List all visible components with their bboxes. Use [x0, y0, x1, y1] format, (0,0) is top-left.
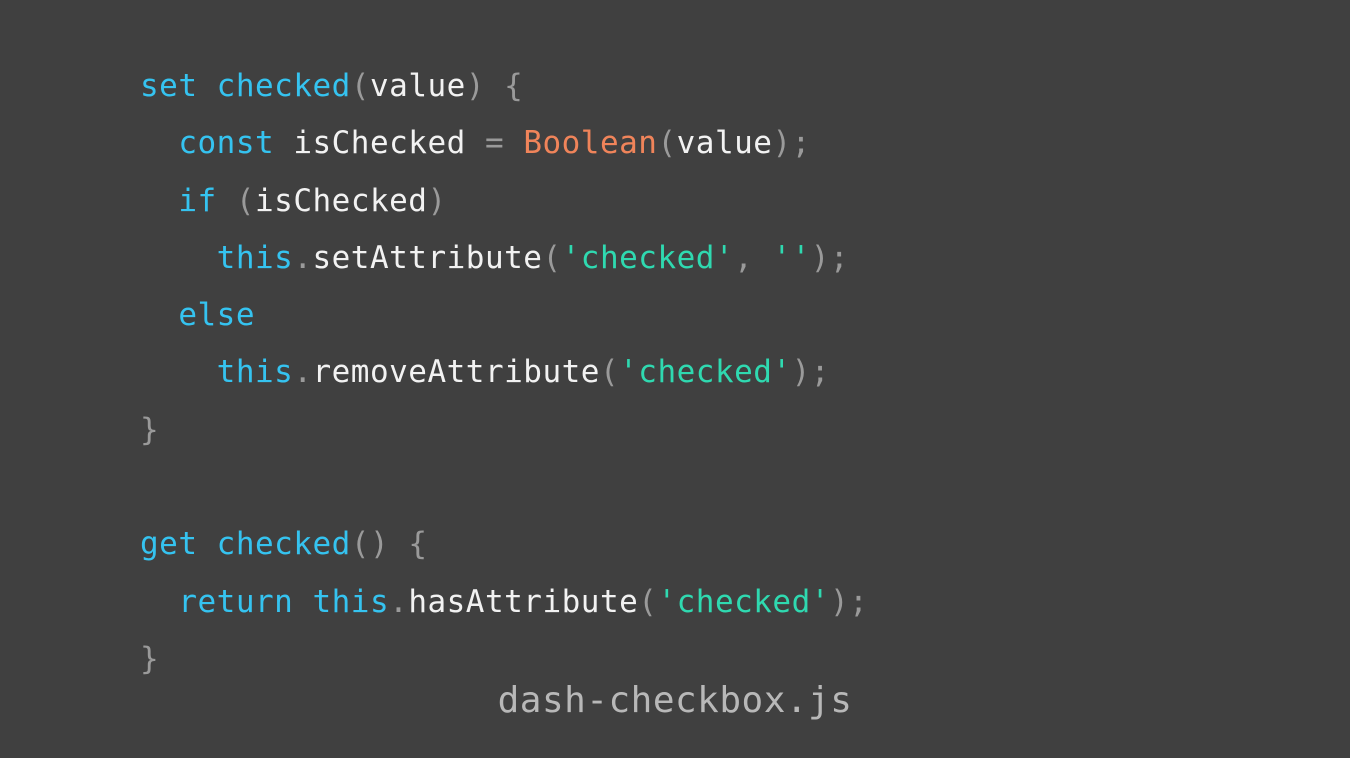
code-line: else [140, 287, 868, 344]
code-line: get checked() { [140, 516, 868, 573]
code-line: this.removeAttribute('checked'); [140, 344, 868, 401]
code-token: get [140, 526, 198, 563]
code-token: { [504, 68, 524, 104]
code-token: () [350, 526, 390, 563]
code-token: value [676, 125, 773, 162]
code-token: ) [427, 182, 447, 219]
code-token: else [178, 297, 255, 334]
code-line: } [140, 402, 868, 459]
code-token: } [140, 411, 160, 448]
code-token: ( [235, 182, 255, 219]
code-token: = [484, 125, 505, 162]
code-line: if (isChecked) [140, 173, 868, 230]
code-token: , [734, 239, 773, 276]
code-token: ( [638, 583, 658, 620]
file-name-caption: dash-checkbox.js [497, 680, 853, 721]
code-token: '' [772, 239, 811, 276]
code-token: ( [350, 68, 370, 104]
code-token: removeAttribute [312, 354, 600, 391]
code-token: 'checked' [561, 239, 735, 276]
code-token: ) [465, 68, 485, 104]
code-token: this [216, 354, 294, 391]
code-line: set checked(value) { [140, 58, 868, 115]
code-token: checked [216, 526, 351, 563]
code-token: ); [810, 239, 850, 276]
code-token: ( [657, 125, 677, 162]
code-token: ( [542, 239, 562, 276]
code-token: isChecked [255, 182, 428, 219]
code-token: 'checked' [657, 583, 830, 620]
code-block: set checked(value) { const isChecked = B… [140, 58, 868, 688]
code-token: ); [829, 583, 869, 620]
code-line: this.setAttribute('checked', ''); [140, 230, 868, 287]
code-token: ( [599, 354, 620, 391]
code-line: const isChecked = Boolean(value); [140, 115, 868, 172]
code-token: checked [216, 68, 351, 104]
code-token: Boolean [523, 125, 658, 162]
code-token: ); [772, 125, 811, 162]
code-token: if [178, 182, 217, 219]
code-token: ); [791, 354, 830, 391]
code-line: return this.hasAttribute('checked'); [140, 574, 868, 631]
code-token: . [389, 583, 409, 620]
code-token: hasAttribute [408, 583, 639, 620]
code-token: this [312, 583, 390, 620]
code-token: { [408, 526, 428, 563]
code-token: this [216, 239, 294, 276]
code-token: } [140, 640, 160, 677]
code-token: 'checked' [619, 354, 792, 391]
code-token: const [178, 125, 275, 162]
code-token: setAttribute [312, 239, 543, 276]
code-token: set [140, 68, 198, 104]
code-token: value [370, 68, 466, 104]
code-token: isChecked [274, 125, 485, 162]
code-token: return [178, 583, 294, 620]
code-token: . [293, 354, 313, 391]
code-token: . [293, 239, 313, 276]
